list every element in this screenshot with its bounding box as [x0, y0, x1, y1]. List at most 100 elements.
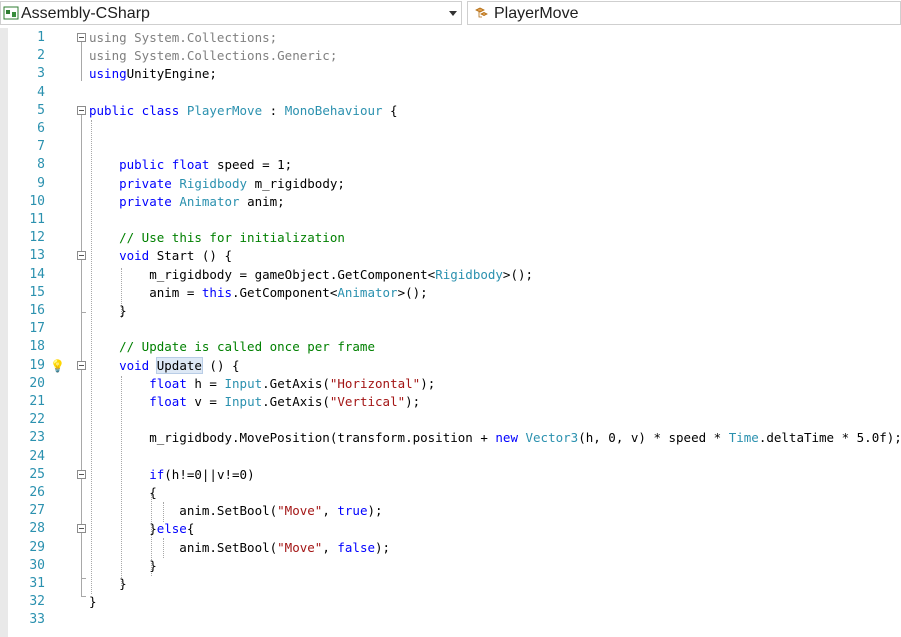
line-number: 13 — [29, 248, 45, 264]
class-dropdown[interactable]: PlayerMove — [467, 1, 901, 25]
code-text[interactable]: void Start () { — [89, 247, 232, 265]
code-line[interactable]: 19 💡 void Update () { — [0, 356, 901, 375]
code-editor[interactable]: 1 using System.Collections; 2 using System.… — [0, 28, 901, 637]
code-line[interactable]: 14 m_rigidbody = gameObject.GetComponent… — [0, 266, 901, 284]
chevron-down-icon[interactable] — [449, 11, 457, 16]
code-line[interactable]: 18 // Update is called once per frame — [0, 338, 901, 356]
code-token: anim = — [89, 284, 202, 300]
code-text[interactable]: anim.SetBool("Move", true); — [89, 502, 382, 520]
code-text[interactable]: private Animator anim; — [89, 193, 285, 211]
code-line[interactable]: 33 — [0, 611, 901, 629]
code-line[interactable]: 25 if(h!=0||v!=0) — [0, 466, 901, 484]
code-token: Rigidbody — [435, 266, 503, 282]
code-token: } — [89, 303, 127, 318]
code-text[interactable]: } — [89, 302, 127, 320]
line-number: 30 — [29, 557, 45, 573]
code-token: h = — [186, 375, 225, 391]
code-line[interactable]: 20 float h = Input.GetAxis("Horizontal")… — [0, 375, 901, 393]
collapse-icon[interactable] — [77, 105, 86, 115]
code-text[interactable]: } — [89, 575, 127, 593]
code-line[interactable]: 7 — [0, 138, 901, 156]
code-text[interactable]: // Update is called once per frame — [89, 338, 375, 356]
code-token: m_rigidbody = gameObject.GetComponent< — [89, 266, 436, 282]
code-token: , — [322, 503, 338, 519]
code-line[interactable]: 31 } — [0, 575, 901, 593]
code-token: else — [156, 521, 187, 537]
code-text[interactable]: public float speed = 1; — [89, 156, 292, 174]
collapse-icon[interactable] — [77, 33, 86, 42]
code-text[interactable]: float v = Input.GetAxis("Vertical"); — [89, 393, 420, 411]
line-number: 20 — [29, 375, 45, 391]
line-number: 14 — [29, 266, 45, 282]
code-token: , — [322, 539, 338, 555]
code-text[interactable]: anim = this.GetComponent<Animator>(); — [89, 284, 427, 302]
code-token: Rigidbody — [179, 175, 248, 191]
code-line[interactable]: 4 — [0, 84, 901, 102]
code-text[interactable]: anim.SetBool("Move", false); — [89, 539, 390, 557]
line-number: 31 — [29, 576, 45, 591]
code-text[interactable]: using System.Collections.Generic; — [89, 47, 337, 65]
code-line[interactable]: 9 private Rigidbody m_rigidbody; — [0, 175, 901, 193]
code-line[interactable]: 32} — [0, 593, 901, 611]
code-line[interactable]: 30 } — [0, 557, 901, 575]
code-text[interactable]: m_rigidbody.MovePosition(transform.posit… — [89, 429, 901, 447]
code-line[interactable]: 8 public float speed = 1; — [0, 156, 901, 174]
code-text[interactable]: usingUnityEngine; — [89, 65, 217, 83]
code-text[interactable]: float h = Input.GetAxis("Horizontal"); — [89, 375, 435, 393]
code-text[interactable]: } — [89, 557, 157, 575]
code-token: anim.SetBool( — [89, 503, 278, 519]
collapse-icon[interactable] — [77, 524, 86, 534]
code-text[interactable]: { — [89, 484, 157, 502]
code-line[interactable]: 6 — [0, 120, 901, 138]
code-line[interactable]: 27 anim.SetBool("Move", true); — [0, 502, 901, 520]
code-line[interactable]: 12 // Use this for initialization — [0, 229, 901, 247]
code-text[interactable]: m_rigidbody = gameObject.GetComponent<Ri… — [89, 266, 533, 284]
code-line[interactable]: 26 { — [0, 484, 901, 502]
code-line[interactable]: 28 }else{ — [0, 520, 901, 538]
code-text[interactable]: void Update () { — [89, 356, 240, 375]
lightbulb-icon[interactable]: 💡 — [50, 358, 65, 374]
project-dropdown[interactable]: Assembly-CSharp — [0, 1, 462, 25]
code-line[interactable]: 3 usingUnityEngine; — [0, 65, 901, 83]
code-text[interactable]: public class PlayerMove : MonoBehaviour … — [89, 102, 398, 120]
code-text[interactable]: }else{ — [89, 520, 194, 538]
code-line[interactable]: 29 anim.SetBool("Move", false); — [0, 539, 901, 557]
collapse-icon[interactable] — [77, 251, 86, 261]
code-token: "Horizontal" — [329, 375, 421, 391]
class-icon — [475, 7, 488, 18]
line-number: 10 — [29, 193, 45, 209]
code-line[interactable]: 21 float v = Input.GetAxis("Vertical"); — [0, 393, 901, 411]
code-token: { — [89, 485, 157, 500]
collapse-icon[interactable] — [77, 360, 86, 370]
code-line[interactable]: 1 using System.Collections; — [0, 29, 901, 47]
code-token: false — [337, 539, 376, 555]
code-line[interactable]: 16 } — [0, 302, 901, 320]
code-line[interactable]: 2 using System.Collections.Generic; — [0, 47, 901, 65]
code-line[interactable]: 23 m_rigidbody.MovePosition(transform.po… — [0, 429, 901, 447]
code-token: void — [119, 248, 150, 264]
collapse-icon[interactable] — [77, 469, 86, 479]
code-text[interactable]: private Rigidbody m_rigidbody; — [89, 175, 345, 193]
code-line[interactable]: 13 void Start () { — [0, 247, 901, 265]
code-text[interactable]: using System.Collections; — [89, 29, 277, 47]
code-line[interactable]: 11 — [0, 211, 901, 229]
code-text[interactable]: // Use this for initialization — [89, 229, 345, 247]
line-number: 26 — [29, 485, 45, 500]
code-line[interactable]: 15 anim = this.GetComponent<Animator>(); — [0, 284, 901, 302]
code-line[interactable]: 22 — [0, 411, 901, 429]
code-text[interactable]: } — [89, 593, 97, 611]
code-token: "Vertical" — [329, 394, 406, 409]
code-line[interactable]: 10 private Animator anim; — [0, 193, 901, 211]
code-line[interactable]: 24 — [0, 448, 901, 466]
code-text[interactable]: if(h!=0||v!=0) — [89, 466, 254, 484]
code-line[interactable]: 17 — [0, 320, 901, 338]
code-token: ); — [420, 375, 436, 391]
code-token: // Use this for initialization — [119, 230, 345, 246]
code-token: using System.Collections; — [89, 30, 278, 45]
code-line[interactable]: 5 public class PlayerMove : MonoBehaviour… — [0, 102, 901, 120]
